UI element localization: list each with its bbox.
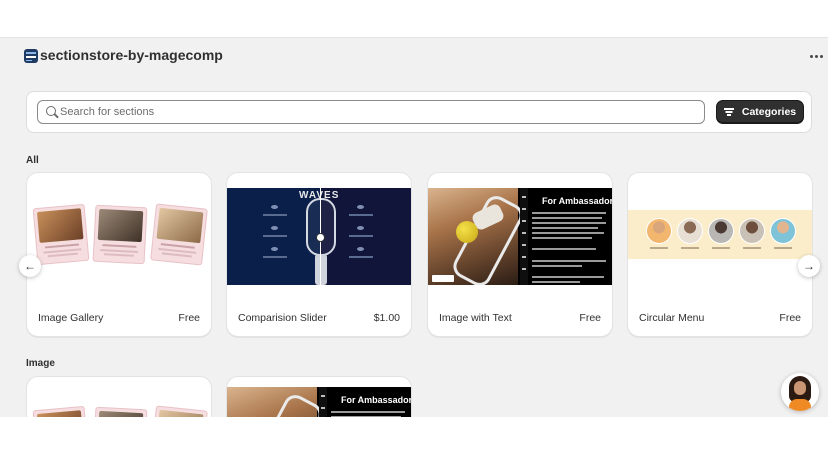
- section-card-circular-menu[interactable]: Circular Menu Free: [627, 172, 813, 337]
- card-thumbnail: [628, 188, 812, 285]
- card-price: $1.00: [373, 312, 400, 324]
- card-name: Circular Menu: [639, 312, 705, 324]
- search-card: Categories: [26, 91, 812, 133]
- section-card-image-with-text[interactable]: For Ambassadors Image with Text Free: [427, 172, 613, 337]
- card-price: Free: [779, 312, 801, 324]
- browser-viewport: sectionstore-by-magecomp Categories All: [0, 0, 828, 466]
- section-card-image-gallery[interactable]: [26, 376, 212, 417]
- card-thumbnail: For Ambassadors: [227, 387, 412, 417]
- card-price: Free: [178, 312, 200, 324]
- card-name: Comparision Slider: [238, 312, 327, 324]
- filter-icon: [723, 108, 734, 116]
- support-agent-avatar[interactable]: [781, 373, 819, 411]
- search-input[interactable]: [60, 103, 700, 121]
- arrow-left-icon[interactable]: ←: [19, 255, 41, 277]
- card-thumbnail: For Ambassadors: [428, 188, 613, 285]
- section-title-all: All: [26, 155, 39, 166]
- app-header: sectionstore-by-magecomp: [0, 38, 828, 74]
- app-title: sectionstore-by-magecomp: [40, 47, 223, 63]
- tennis-ball-image: [456, 221, 478, 243]
- card-price: Free: [579, 312, 601, 324]
- card-name: Image Gallery: [38, 312, 104, 324]
- thumbnail-heading: For Ambassadors: [341, 395, 412, 405]
- section-card-comparision-slider[interactable]: WAVES Comparision Slider $1.00: [226, 172, 412, 337]
- card-thumbnail: [27, 392, 211, 417]
- section-title-image: Image: [26, 358, 55, 369]
- search-icon: [46, 106, 56, 116]
- app-frame: sectionstore-by-magecomp Categories All: [0, 37, 828, 417]
- more-horizontal-icon[interactable]: [806, 46, 826, 66]
- section-card-image-gallery[interactable]: Image Gallery Free: [26, 172, 212, 337]
- categories-button-label: Categories: [741, 106, 797, 118]
- search-box[interactable]: [37, 100, 705, 124]
- thumbnail-heading: For Ambassadors: [542, 196, 613, 206]
- slider-handle-icon: [316, 233, 325, 242]
- card-name: Image with Text: [439, 312, 512, 324]
- categories-button[interactable]: Categories: [716, 100, 804, 124]
- card-thumbnail: [27, 188, 211, 285]
- card-thumbnail: WAVES: [227, 188, 411, 285]
- section-card-image-with-text[interactable]: For Ambassadors: [226, 376, 412, 417]
- sectionstore-logo-icon: [24, 49, 38, 63]
- arrow-right-icon[interactable]: →: [798, 255, 820, 277]
